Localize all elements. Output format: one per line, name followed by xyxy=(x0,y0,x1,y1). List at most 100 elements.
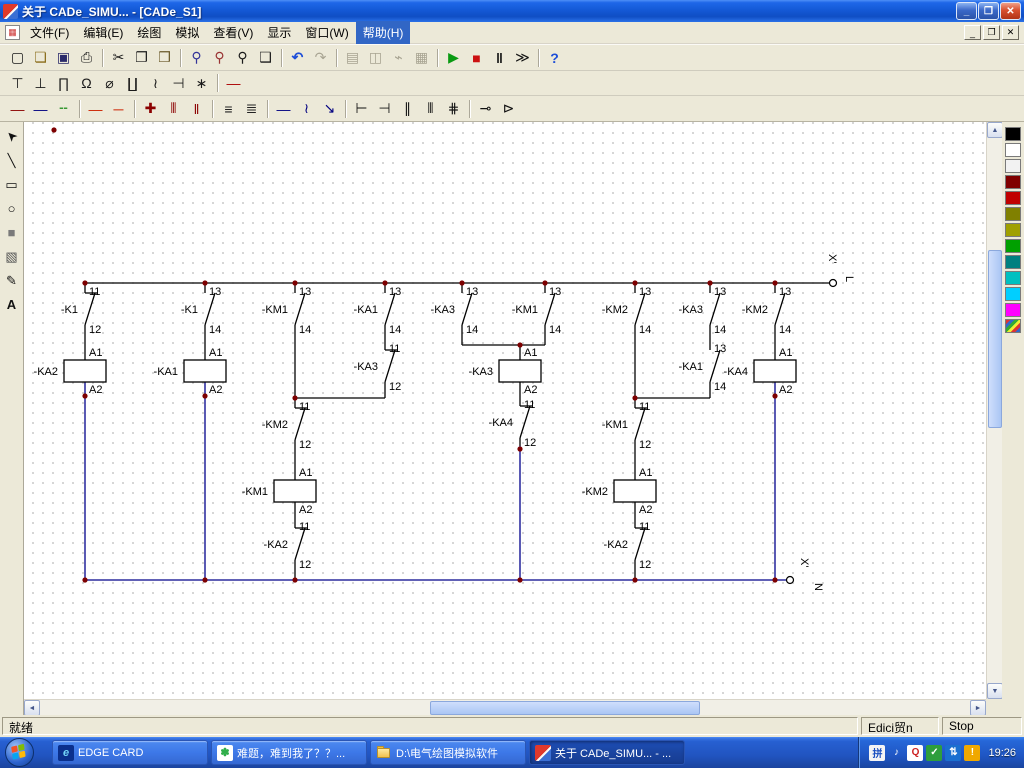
transformer-icon[interactable]: ∐ xyxy=(121,72,144,94)
color-swatch-sky[interactable] xyxy=(1005,287,1021,301)
terminal-triangle-icon[interactable]: ⊳ xyxy=(497,98,520,120)
rectangle-tool[interactable]: ▭ xyxy=(1,174,22,195)
contact-k1[interactable]: 1112-K1 xyxy=(61,283,101,336)
scroll-left-button[interactable]: ◄ xyxy=(24,700,40,716)
wire-navy-icon[interactable]: — xyxy=(29,98,52,120)
scroll-up-button[interactable]: ▲ xyxy=(987,122,1003,138)
circuit-diagram[interactable]: 1112-K11314-K11314-KM11314-KA11314-KA313… xyxy=(24,124,986,699)
menu-file[interactable]: 文件(F) xyxy=(23,21,76,44)
task-edge-card[interactable]: eEDGE CARD xyxy=(52,740,208,765)
fill-tool[interactable]: ▧ xyxy=(1,246,22,267)
contact-ka4[interactable]: 1112-KA4 xyxy=(489,396,537,449)
terminal[interactable]: X'L xyxy=(826,254,855,287)
start-button[interactable] xyxy=(5,738,34,767)
align-horizontal-icon[interactable]: ≡ xyxy=(217,98,240,120)
zoom-window-icon[interactable]: ⚲ xyxy=(231,47,254,69)
lamp-icon[interactable]: ⌀ xyxy=(98,72,121,94)
contact-ka1[interactable]: 1314-KA1 xyxy=(354,283,402,336)
vertical-scrollbar[interactable]: ▲ ▼ xyxy=(986,122,1002,699)
mdi-restore-button[interactable]: ❐ xyxy=(983,25,1000,40)
color-swatch-dark-yellow[interactable] xyxy=(1005,223,1021,237)
task-folder[interactable]: D:\电气绘图模拟软件 xyxy=(370,740,526,765)
minimize-button[interactable]: _ xyxy=(956,2,977,20)
wire-maroon-icon[interactable]: — xyxy=(6,98,29,120)
network-tray-icon[interactable]: ⇅ xyxy=(945,745,961,761)
open-icon[interactable]: ❏ xyxy=(29,47,52,69)
color-swatch-multicolor[interactable] xyxy=(1005,319,1021,333)
undo-icon[interactable]: ↶ xyxy=(286,47,309,69)
contact-ka3[interactable]: 1112-KA3 xyxy=(354,340,402,393)
menu-view[interactable]: 查看(V) xyxy=(206,21,260,44)
color-swatch-olive[interactable] xyxy=(1005,207,1021,221)
measure-ohm-icon[interactable]: Ω xyxy=(75,72,98,94)
source-pole-b-icon[interactable]: ⊥ xyxy=(29,72,52,94)
contact-ka2[interactable]: 1112-KA2 xyxy=(264,518,312,571)
taskbar-clock[interactable]: 19:26 xyxy=(988,747,1016,759)
antivirus-tray-icon[interactable]: ✓ xyxy=(926,745,942,761)
color-swatch-silver[interactable] xyxy=(1005,159,1021,173)
coil-block-icon[interactable]: ∏ xyxy=(52,72,75,94)
ellipse-tool[interactable]: ○ xyxy=(1,198,22,219)
contact-km1[interactable]: 1112-KM1 xyxy=(602,398,652,451)
zoom-in-icon[interactable]: ⚲ xyxy=(185,47,208,69)
menu-display[interactable]: 显示 xyxy=(260,21,298,44)
terminal[interactable]: X'N xyxy=(787,558,825,591)
symbol-triple-icon[interactable]: ⫴ xyxy=(419,98,442,120)
print-icon[interactable]: ⎙ xyxy=(75,47,98,69)
contact-km1[interactable]: 1314-KM1 xyxy=(262,283,312,336)
symbol-contact-b-icon[interactable]: ⊣ xyxy=(373,98,396,120)
paste-icon[interactable]: ❒ xyxy=(153,47,176,69)
link-zigzag-icon[interactable]: ≀ xyxy=(295,98,318,120)
menu-edit[interactable]: 编辑(E) xyxy=(76,21,130,44)
scroll-right-button[interactable]: ► xyxy=(970,700,986,716)
color-swatch-red[interactable] xyxy=(1005,191,1021,205)
maximize-button[interactable]: ❐ xyxy=(978,2,999,20)
stop-icon[interactable]: ■ xyxy=(465,47,488,69)
copy-icon[interactable]: ❐ xyxy=(130,47,153,69)
bus-triple-icon[interactable]: ⦀ xyxy=(162,98,185,120)
pen-tool[interactable]: ✎ xyxy=(1,270,22,291)
messenger-tray-icon[interactable]: ! xyxy=(964,745,980,761)
pause-icon[interactable]: ‖ xyxy=(488,47,511,69)
color-swatch-white[interactable] xyxy=(1005,143,1021,157)
bus-double-icon[interactable]: ‖ xyxy=(185,98,208,120)
coil-ka4[interactable]: A1A2-KA4 xyxy=(724,347,796,396)
schematic-canvas[interactable]: 1112-K11314-K11314-KM11314-KA11314-KA313… xyxy=(24,122,986,699)
color-swatch-maroon[interactable] xyxy=(1005,175,1021,189)
filled-rectangle-tool[interactable]: ■ xyxy=(1,222,22,243)
color-swatch-green[interactable] xyxy=(1005,239,1021,253)
source-pole-a-icon[interactable]: ⊤ xyxy=(6,72,29,94)
symbol-parallel-icon[interactable]: ∥ xyxy=(396,98,419,120)
color-swatch-teal[interactable] xyxy=(1005,255,1021,269)
color-swatch-cyan[interactable] xyxy=(1005,271,1021,285)
coil-km1[interactable]: A1A2-KM1 xyxy=(242,467,316,516)
qq-messenger-tray-icon[interactable]: Q xyxy=(907,745,923,761)
menu-simulate[interactable]: 模拟 xyxy=(168,21,206,44)
cut-icon[interactable]: ✂ xyxy=(107,47,130,69)
wave-icon[interactable]: ≀ xyxy=(144,72,167,94)
wire-red-icon[interactable]: — xyxy=(222,72,245,94)
contact-km2[interactable]: 1112-KM2 xyxy=(262,398,312,451)
link-line-icon[interactable]: — xyxy=(272,98,295,120)
symbol-contact-a-icon[interactable]: ⊢ xyxy=(350,98,373,120)
menu-window[interactable]: 窗口(W) xyxy=(298,21,355,44)
contact-km1[interactable]: 1314-KM1 xyxy=(512,283,562,336)
wire-red-thin-icon[interactable]: — xyxy=(84,98,107,120)
color-swatch-magenta[interactable] xyxy=(1005,303,1021,317)
color-swatch-black[interactable] xyxy=(1005,127,1021,141)
coil-ka2[interactable]: A1A2-KA2 xyxy=(34,347,106,396)
line-tool[interactable]: ╲ xyxy=(1,150,22,171)
terminal-circle-icon[interactable]: ⊸ xyxy=(474,98,497,120)
horizontal-scroll-thumb[interactable] xyxy=(430,701,700,715)
contact-ka1[interactable]: 1314-KA1 xyxy=(679,340,727,393)
contact-km2[interactable]: 1314-KM2 xyxy=(602,283,652,336)
node-icon[interactable]: ∗ xyxy=(190,72,213,94)
wire-dashed-green-icon[interactable]: ╌ xyxy=(52,98,75,120)
mdi-close-button[interactable]: ✕ xyxy=(1002,25,1019,40)
task-qq-chat[interactable]: ✽难题，难到我了？？... xyxy=(211,740,367,765)
link-arrow-icon[interactable]: ↘ xyxy=(318,98,341,120)
vertical-scroll-thumb[interactable] xyxy=(988,250,1002,428)
task-cade-simu[interactable]: 关于 CADe_SIMU... - ... xyxy=(529,740,685,765)
ime-indicator-tray-icon[interactable]: 拼 xyxy=(869,745,885,761)
coil-ka3[interactable]: A1A2-KA3 xyxy=(469,347,541,396)
